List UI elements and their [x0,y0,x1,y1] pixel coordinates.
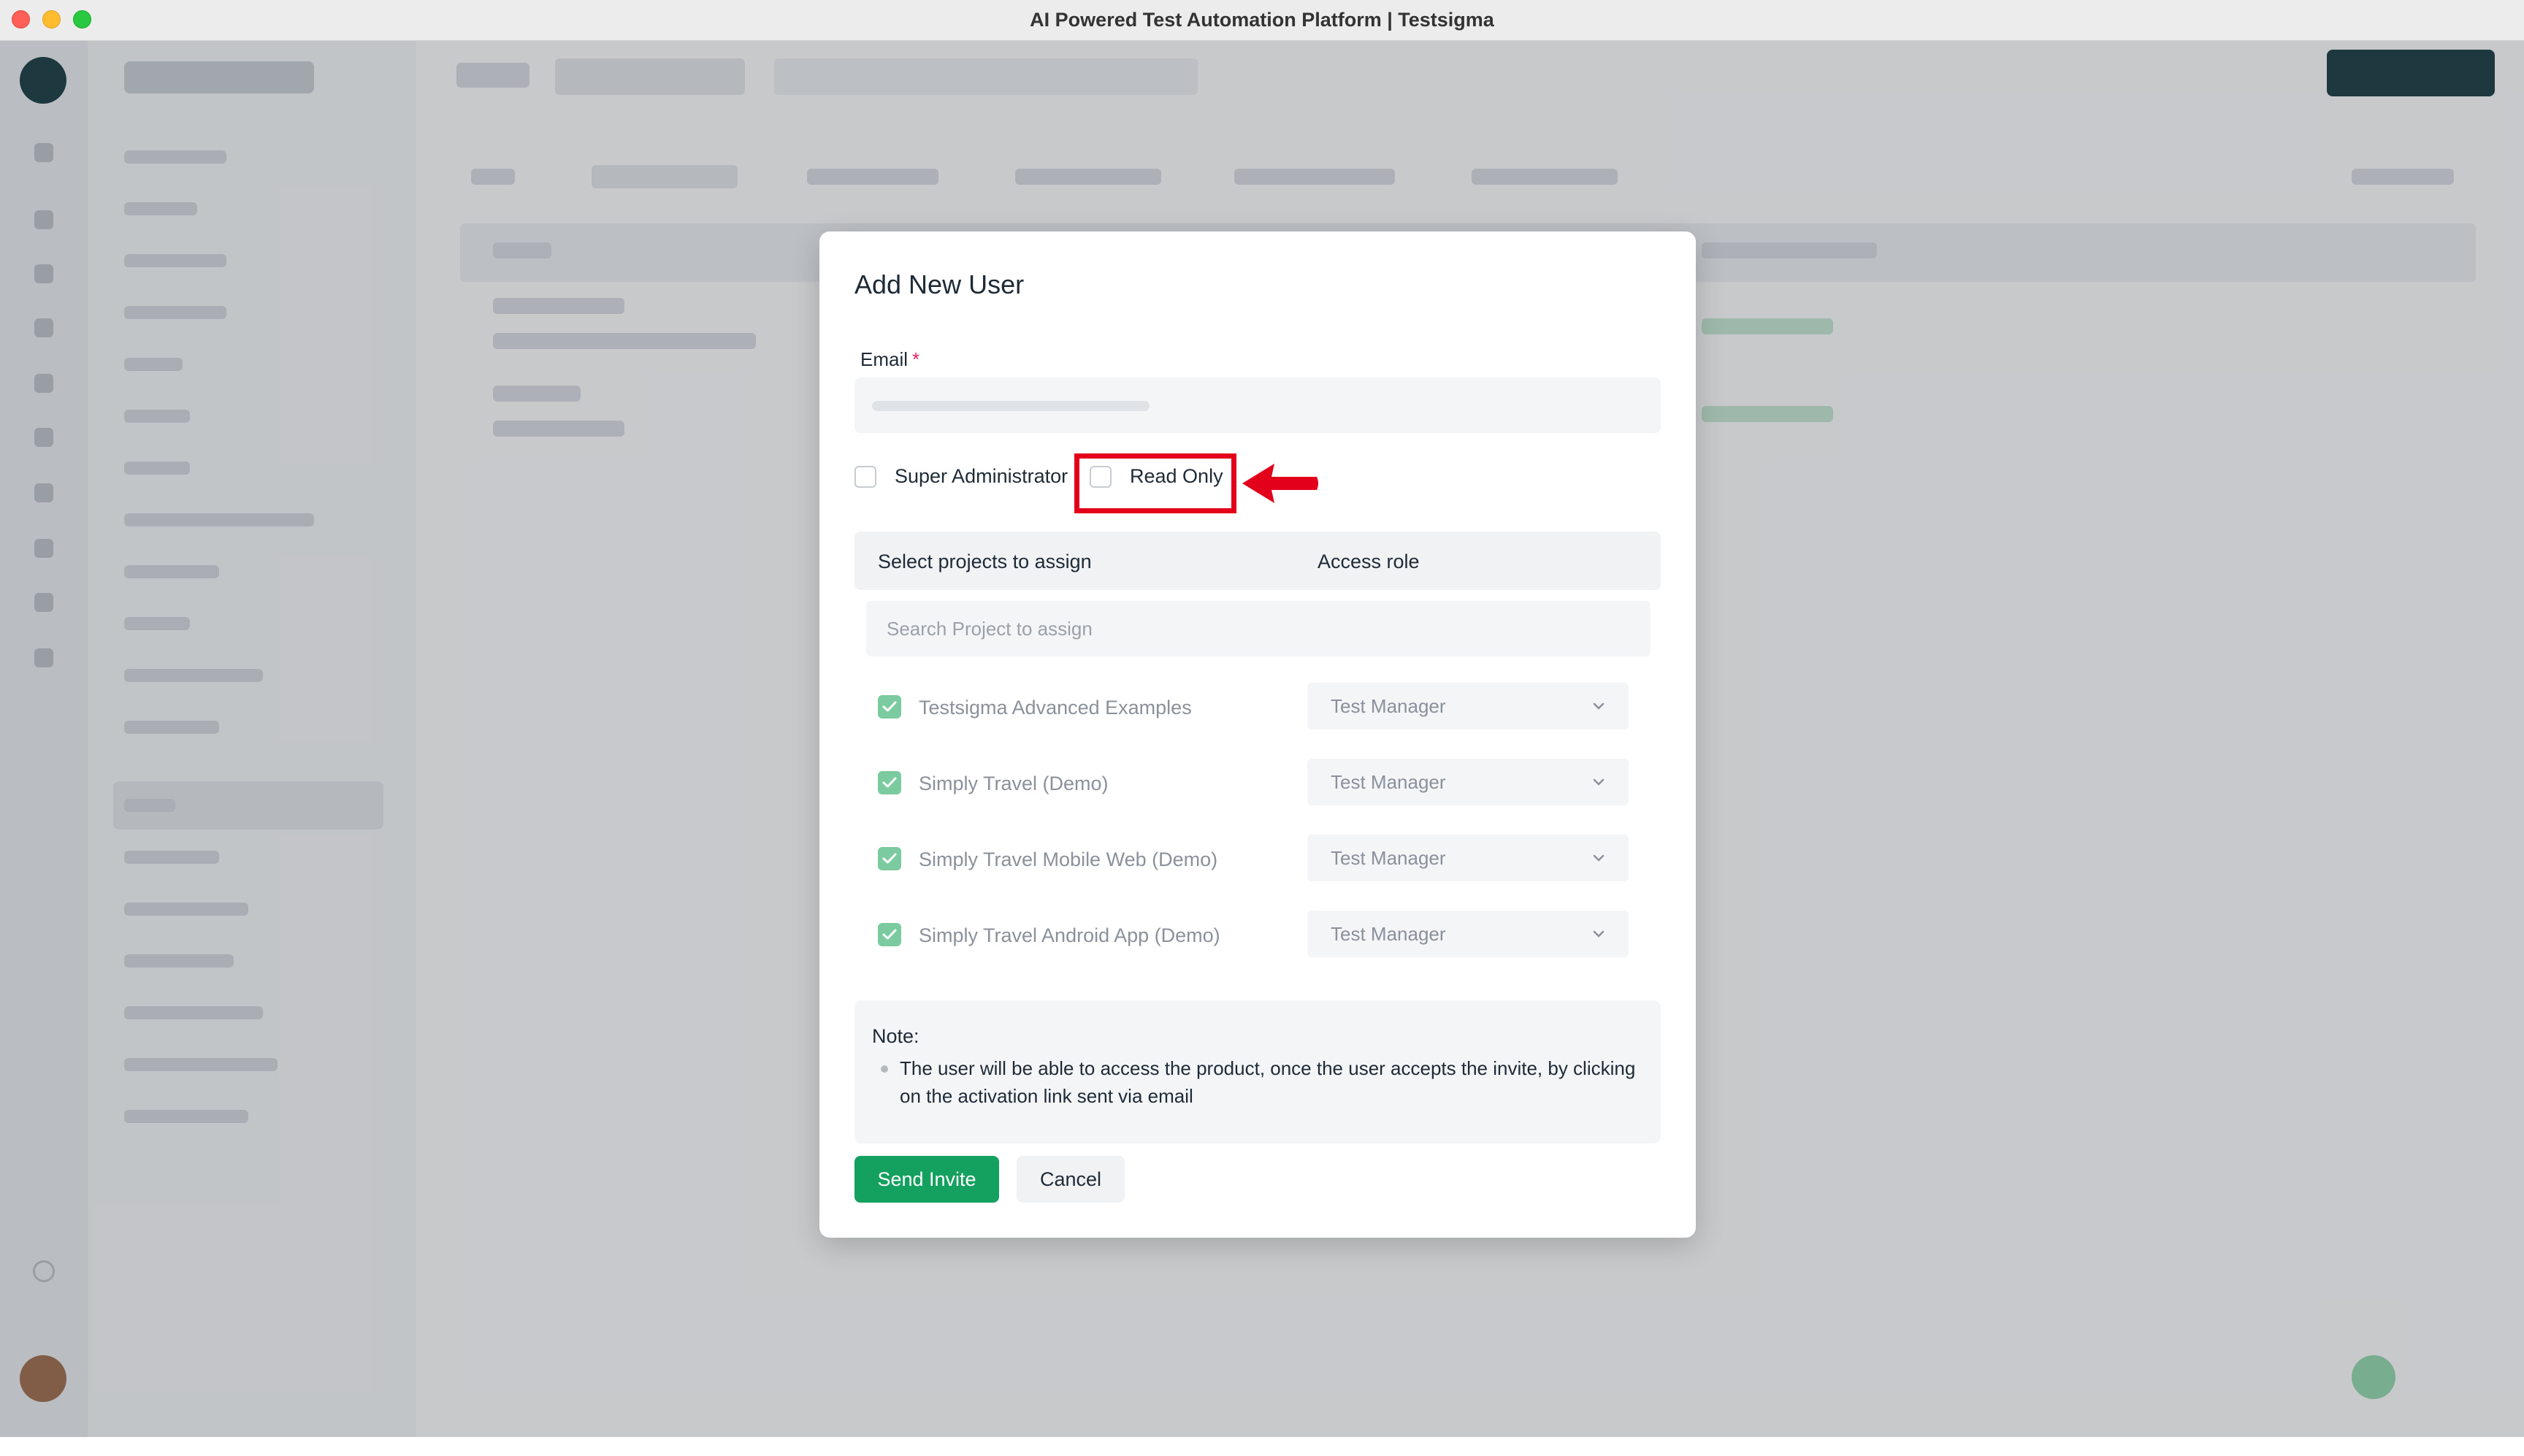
check-icon [882,853,897,864]
window-controls [12,10,91,28]
check-icon [882,777,897,788]
super-admin-option[interactable]: Super Administrator [854,465,1068,488]
red-arrow-icon [1242,464,1318,503]
check-icon [882,929,897,940]
note-box: Note: The user will be able to access th… [854,1000,1661,1143]
select-projects-label: Select projects to assign [878,551,1092,572]
access-role-value: Test Manager [1331,922,1446,945]
maximize-window-button[interactable] [73,10,91,28]
access-role-value: Test Manager [1331,694,1446,717]
access-role-value: Test Manager [1331,770,1446,793]
email-label-text: Email [860,348,909,370]
chevron-down-icon [1593,778,1605,786]
check-icon [882,701,897,712]
projects-header: Select projects to assign Access role [854,532,1661,590]
project-name: Simply Travel (Demo) [919,773,1109,794]
access-role-value: Test Manager [1331,846,1446,869]
chevron-down-icon [1593,930,1605,938]
note-body: The user will be able to access the prod… [900,1057,1636,1107]
email-field-redacted-value [872,401,1150,411]
project-name: Simply Travel Android App (Demo) [919,924,1220,946]
access-role-dropdown[interactable]: Test Manager [1307,683,1629,729]
add-user-dialog: Add New User Email * Super Administrator … [819,231,1696,1238]
cancel-button[interactable]: Cancel [1017,1156,1125,1203]
project-checkbox[interactable] [878,847,901,870]
close-window-button[interactable] [12,10,30,28]
send-invite-button[interactable]: Send Invite [854,1156,999,1203]
window-title: AI Powered Test Automation Platform | Te… [1030,9,1494,31]
annotation-highlight-box [1074,453,1236,513]
note-title: Note: [872,1025,919,1047]
access-role-dropdown[interactable]: Test Manager [1307,835,1629,881]
project-row: Simply Travel Android App (Demo) Test Ma… [878,911,1652,957]
chevron-down-icon [1593,854,1605,862]
access-role-dropdown[interactable]: Test Manager [1307,759,1629,805]
email-label: Email * [860,348,919,371]
project-row: Simply Travel (Demo) Test Manager [878,759,1652,805]
super-admin-checkbox[interactable] [854,465,876,488]
project-name: Simply Travel Mobile Web (Demo) [919,848,1218,870]
window-bottom-edge [0,1437,2524,1456]
project-checkbox[interactable] [878,771,901,794]
super-admin-label: Super Administrator [895,465,1068,487]
window-titlebar: AI Powered Test Automation Platform | Te… [0,0,2524,41]
project-name: Testsigma Advanced Examples [919,697,1192,719]
required-mark: * [912,348,920,370]
dialog-title: Add New User [854,269,1025,299]
project-search-input[interactable] [866,601,1651,656]
minimize-window-button[interactable] [42,10,61,28]
access-role-label: Access role [1318,551,1420,572]
project-row: Simply Travel Mobile Web (Demo) Test Man… [878,835,1652,881]
bullet-dot [881,1065,888,1073]
project-checkbox[interactable] [878,923,901,946]
chevron-down-icon [1593,702,1605,710]
access-role-dropdown[interactable]: Test Manager [1307,911,1629,957]
project-checkbox[interactable] [878,695,901,719]
project-row: Testsigma Advanced Examples Test Manager [878,683,1652,729]
